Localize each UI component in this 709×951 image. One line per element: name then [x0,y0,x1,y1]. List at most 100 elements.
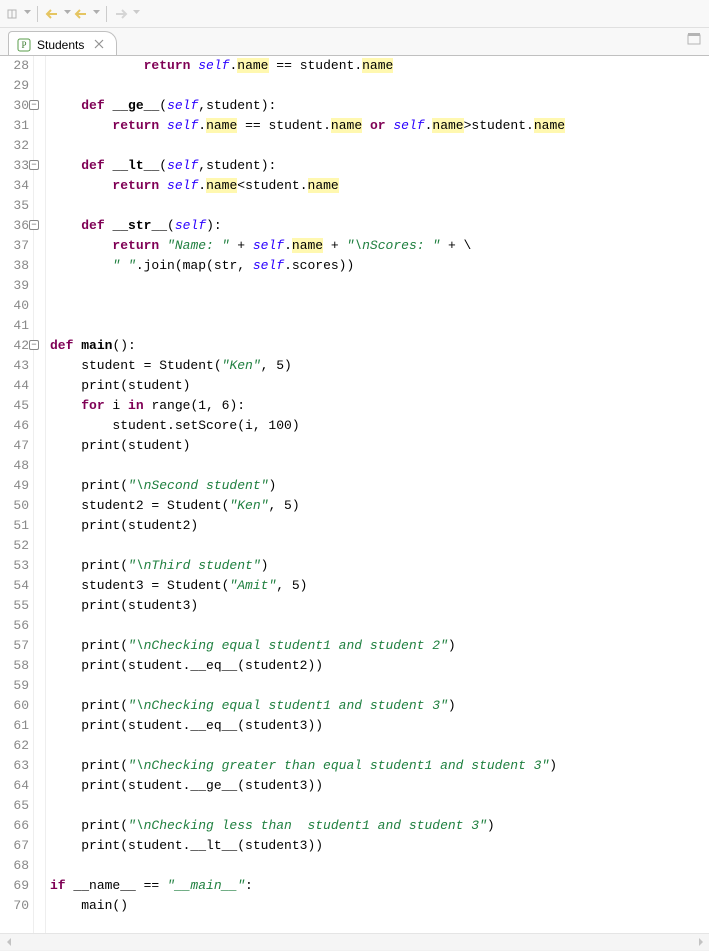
code-line[interactable]: def __str__(self): [50,216,709,236]
line-number: 44 [0,376,29,396]
code-line[interactable]: return self.name == student.name [50,56,709,76]
line-number: 61 [0,716,29,736]
line-number: 38 [0,256,29,276]
line-number: 41 [0,316,29,336]
code-line[interactable]: print(student.__eq__(student2)) [50,656,709,676]
forward-icon[interactable] [113,6,129,22]
code-line[interactable]: print("\nSecond student") [50,476,709,496]
line-number: 32 [0,136,29,156]
code-area[interactable]: return self.name == student.name def __g… [46,56,709,933]
line-number: 63 [0,756,29,776]
code-line[interactable]: print(student.__ge__(student3)) [50,776,709,796]
line-number: 56 [0,616,29,636]
code-line[interactable]: print("\nChecking equal student1 and stu… [50,636,709,656]
code-line[interactable] [50,616,709,636]
tab-students[interactable]: P Students [8,31,117,55]
line-number: 42− [0,336,29,356]
code-line[interactable] [50,736,709,756]
code-line[interactable]: print(student.__eq__(student3)) [50,716,709,736]
code-line[interactable]: student = Student("Ken", 5) [50,356,709,376]
line-number: 54 [0,576,29,596]
code-line[interactable] [50,676,709,696]
dropdown-icon[interactable] [24,10,31,17]
toolbar-separator [106,6,107,22]
line-number: 60 [0,696,29,716]
line-number: 34 [0,176,29,196]
fold-toggle-icon[interactable]: − [29,220,39,230]
code-line[interactable]: print(student3) [50,596,709,616]
line-number: 45 [0,396,29,416]
line-number: 51 [0,516,29,536]
line-number: 52 [0,536,29,556]
code-line[interactable]: student.setScore(i, 100) [50,416,709,436]
dropdown-icon[interactable] [64,10,71,17]
code-editor[interactable]: 282930−313233−343536−373839404142−434445… [0,56,709,933]
code-line[interactable]: print("\nChecking equal student1 and stu… [50,696,709,716]
horizontal-scrollbar[interactable] [0,933,709,950]
code-line[interactable] [50,76,709,96]
maximize-editor-icon[interactable] [687,32,703,48]
line-number: 55 [0,596,29,616]
code-line[interactable]: print(student) [50,376,709,396]
scroll-left-icon[interactable] [0,934,17,951]
line-number: 53 [0,556,29,576]
line-number: 50 [0,496,29,516]
code-line[interactable]: print("\nChecking less than student1 and… [50,816,709,836]
line-number: 30− [0,96,29,116]
code-line[interactable]: print(student2) [50,516,709,536]
scrollbar-track[interactable] [17,934,692,951]
toggle-breadcrumb-icon[interactable] [4,6,20,22]
code-line[interactable]: return self.name == student.name or self… [50,116,709,136]
code-line[interactable] [50,316,709,336]
code-line[interactable]: if __name__ == "__main__": [50,876,709,896]
fold-column [34,56,46,933]
line-number: 68 [0,856,29,876]
code-line[interactable] [50,456,709,476]
code-line[interactable] [50,136,709,156]
dropdown-icon[interactable] [93,10,100,17]
fold-toggle-icon[interactable]: − [29,100,39,110]
code-line[interactable] [50,296,709,316]
tab-label: Students [37,38,84,52]
fold-toggle-icon[interactable]: − [29,160,39,170]
code-line[interactable]: def __ge__(self,student): [50,96,709,116]
code-line[interactable] [50,796,709,816]
fold-toggle-icon[interactable]: − [29,340,39,350]
line-number: 69 [0,876,29,896]
code-line[interactable]: print(student) [50,436,709,456]
code-line[interactable]: return "Name: " + self.name + "\nScores:… [50,236,709,256]
code-line[interactable]: print(student.__lt__(student3)) [50,836,709,856]
code-line[interactable]: student3 = Student("Amit", 5) [50,576,709,596]
line-number: 37 [0,236,29,256]
line-number: 39 [0,276,29,296]
line-number: 64 [0,776,29,796]
svg-text:P: P [21,40,26,50]
code-line[interactable] [50,536,709,556]
code-line[interactable]: return self.name<student.name [50,176,709,196]
code-line[interactable]: student2 = Student("Ken", 5) [50,496,709,516]
code-line[interactable]: " ".join(map(str, self.scores)) [50,256,709,276]
scroll-right-icon[interactable] [692,934,709,951]
code-line[interactable] [50,196,709,216]
line-number: 35 [0,196,29,216]
close-tab-icon[interactable] [94,39,106,51]
line-number: 29 [0,76,29,96]
line-number: 46 [0,416,29,436]
code-line[interactable]: def __lt__(self,student): [50,156,709,176]
code-line[interactable]: print("\nThird student") [50,556,709,576]
line-number: 59 [0,676,29,696]
line-number: 57 [0,636,29,656]
code-line[interactable]: for i in range(1, 6): [50,396,709,416]
code-line[interactable]: print("\nChecking greater than equal stu… [50,756,709,776]
dropdown-icon[interactable] [133,10,140,17]
code-line[interactable] [50,276,709,296]
code-line[interactable]: main() [50,896,709,916]
line-number: 49 [0,476,29,496]
code-line[interactable]: def main(): [50,336,709,356]
code-line[interactable] [50,856,709,876]
back-history-icon[interactable] [73,6,89,22]
back-icon[interactable] [44,6,60,22]
line-number: 65 [0,796,29,816]
line-number-gutter: 282930−313233−343536−373839404142−434445… [0,56,34,933]
line-number: 31 [0,116,29,136]
